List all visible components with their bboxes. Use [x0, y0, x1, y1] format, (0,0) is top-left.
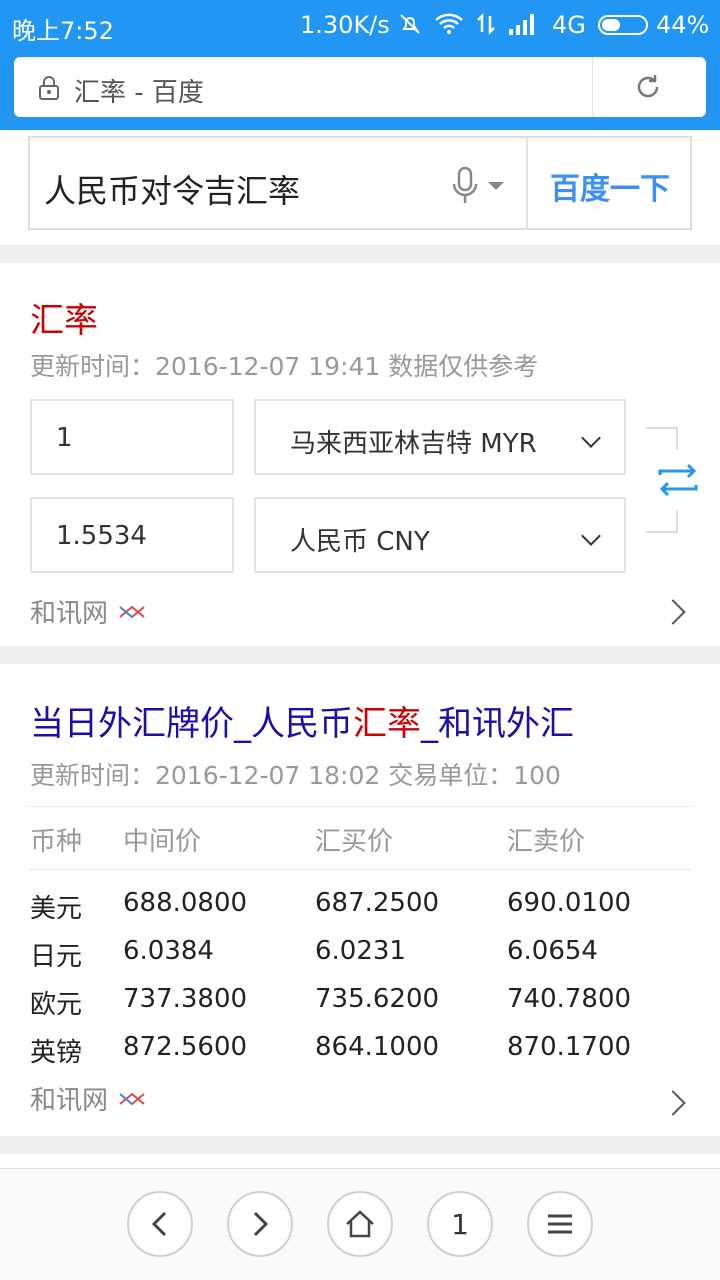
from-amount-value: 1: [56, 423, 73, 453]
chevron-left-icon: [151, 1211, 167, 1237]
battery-percent: 44%: [656, 11, 710, 39]
cell-buy: 687.2500: [315, 888, 440, 918]
rates-result-card: 当日外汇牌价_人民币汇率_和讯外汇 更新时间：2016-12-07 18:02 …: [0, 664, 720, 1136]
chevron-right-icon[interactable]: [660, 599, 686, 625]
data-transfer-icon: [477, 12, 495, 36]
source-label: 和讯网: [30, 599, 109, 629]
mute-bell-icon: [400, 14, 420, 34]
back-button[interactable]: [127, 1191, 193, 1257]
cell-middle: 688.0800: [123, 888, 248, 918]
status-bar: 晚上7:52 1.30K/s 4G 44%: [0, 0, 720, 50]
tab-count: 1: [451, 1207, 469, 1241]
table-row: 英镑 872.5600 864.1000 870.1700: [28, 1024, 692, 1072]
signal-icon: [509, 14, 534, 35]
to-amount-value: 1.5534: [56, 521, 147, 551]
tabs-button[interactable]: 1: [427, 1191, 493, 1257]
battery-icon: [598, 15, 648, 35]
cell-buy: 735.6200: [315, 984, 440, 1014]
rates-update-time: 更新时间：2016-12-07 18:02 交易单位：100: [30, 761, 561, 790]
address-divider: [592, 57, 593, 117]
chevron-down-icon: [581, 428, 601, 448]
cell-middle: 737.3800: [123, 984, 248, 1014]
chevron-right-icon: [253, 1211, 269, 1237]
table-row: 日元 6.0384 6.0231 6.0654: [28, 928, 692, 976]
status-time: 晚上7:52: [12, 17, 114, 45]
search-divider: [526, 138, 528, 228]
source-row[interactable]: 和讯网: [30, 1080, 146, 1117]
rates-table: 币种 中间价 汇买价 汇卖价 美元 688.0800 687.2500 690.…: [28, 806, 692, 1072]
cell-buy: 864.1000: [315, 1032, 440, 1062]
header-currency: 币种: [30, 827, 83, 857]
to-currency-select[interactable]: 人民币 CNY: [254, 497, 626, 573]
table-row: 欧元 737.3800 735.6200 740.7800: [28, 976, 692, 1024]
cell-buy: 6.0231: [315, 936, 406, 966]
result-title-link[interactable]: 当日外汇牌价_人民币汇率_和讯外汇: [30, 696, 574, 745]
cell-middle: 6.0384: [123, 936, 214, 966]
swap-icon[interactable]: [656, 463, 700, 497]
cell-sell: 740.7800: [507, 984, 632, 1014]
from-currency-value: 马来西亚林吉特 MYR: [290, 429, 537, 459]
exchange-rate-card: 汇率 更新时间：2016-12-07 19:41 数据仅供参考 1 马来西亚林吉…: [0, 263, 720, 646]
browser-toolbar: 汇率 - 百度: [0, 50, 720, 130]
cell-sell: 870.1700: [507, 1032, 632, 1062]
network-type: 4G: [552, 11, 586, 39]
home-icon: [346, 1210, 374, 1238]
chevron-down-icon: [581, 526, 601, 546]
to-amount-input[interactable]: 1.5534: [30, 497, 234, 573]
chevron-right-icon[interactable]: [660, 1090, 686, 1116]
card-title: 汇率: [30, 301, 98, 341]
header-sell: 汇卖价: [507, 827, 586, 857]
header-middle: 中间价: [123, 827, 202, 857]
source-label: 和讯网: [30, 1086, 109, 1116]
from-currency-select[interactable]: 马来西亚林吉特 MYR: [254, 399, 626, 475]
microphone-icon[interactable]: [450, 166, 512, 206]
cell-sell: 690.0100: [507, 888, 632, 918]
swap-bracket-top: [646, 427, 678, 449]
source-logo-icon: [119, 1092, 145, 1105]
bottom-nav: 1: [0, 1168, 720, 1280]
update-time: 更新时间：2016-12-07 19:41 数据仅供参考: [30, 352, 539, 381]
cell-currency: 美元: [30, 894, 83, 924]
cell-currency: 欧元: [30, 990, 83, 1020]
source-row[interactable]: 和讯网: [30, 593, 146, 630]
lock-icon: [39, 76, 59, 100]
table-header: 币种 中间价 汇买价 汇卖价: [28, 806, 692, 870]
search-area: 人民币对令吉汇率 百度一下: [0, 130, 720, 245]
menu-icon: [548, 1214, 572, 1234]
cell-middle: 872.5600: [123, 1032, 248, 1062]
network-speed: 1.30K/s: [300, 11, 390, 39]
menu-button[interactable]: [527, 1191, 593, 1257]
header-buy: 汇买价: [315, 827, 394, 857]
refresh-icon[interactable]: [634, 73, 662, 101]
cell-sell: 6.0654: [507, 936, 598, 966]
search-input[interactable]: 人民币对令吉汇率: [44, 166, 300, 212]
address-bar[interactable]: 汇率 - 百度: [14, 57, 706, 117]
forward-button[interactable]: [227, 1191, 293, 1257]
search-button[interactable]: 百度一下: [550, 164, 670, 208]
cell-currency: 日元: [30, 942, 83, 972]
address-text[interactable]: 汇率 - 百度: [74, 72, 204, 109]
to-currency-value: 人民币 CNY: [290, 527, 430, 557]
home-button[interactable]: [327, 1191, 393, 1257]
source-logo-icon: [119, 605, 145, 618]
swap-bracket-bottom: [646, 511, 678, 533]
wifi-icon: [435, 13, 463, 34]
cell-currency: 英镑: [30, 1038, 83, 1068]
search-box: 人民币对令吉汇率 百度一下: [28, 136, 692, 230]
from-amount-input[interactable]: 1: [30, 399, 234, 475]
status-icons: [398, 12, 536, 36]
table-row: 美元 688.0800 687.2500 690.0100: [28, 880, 692, 928]
